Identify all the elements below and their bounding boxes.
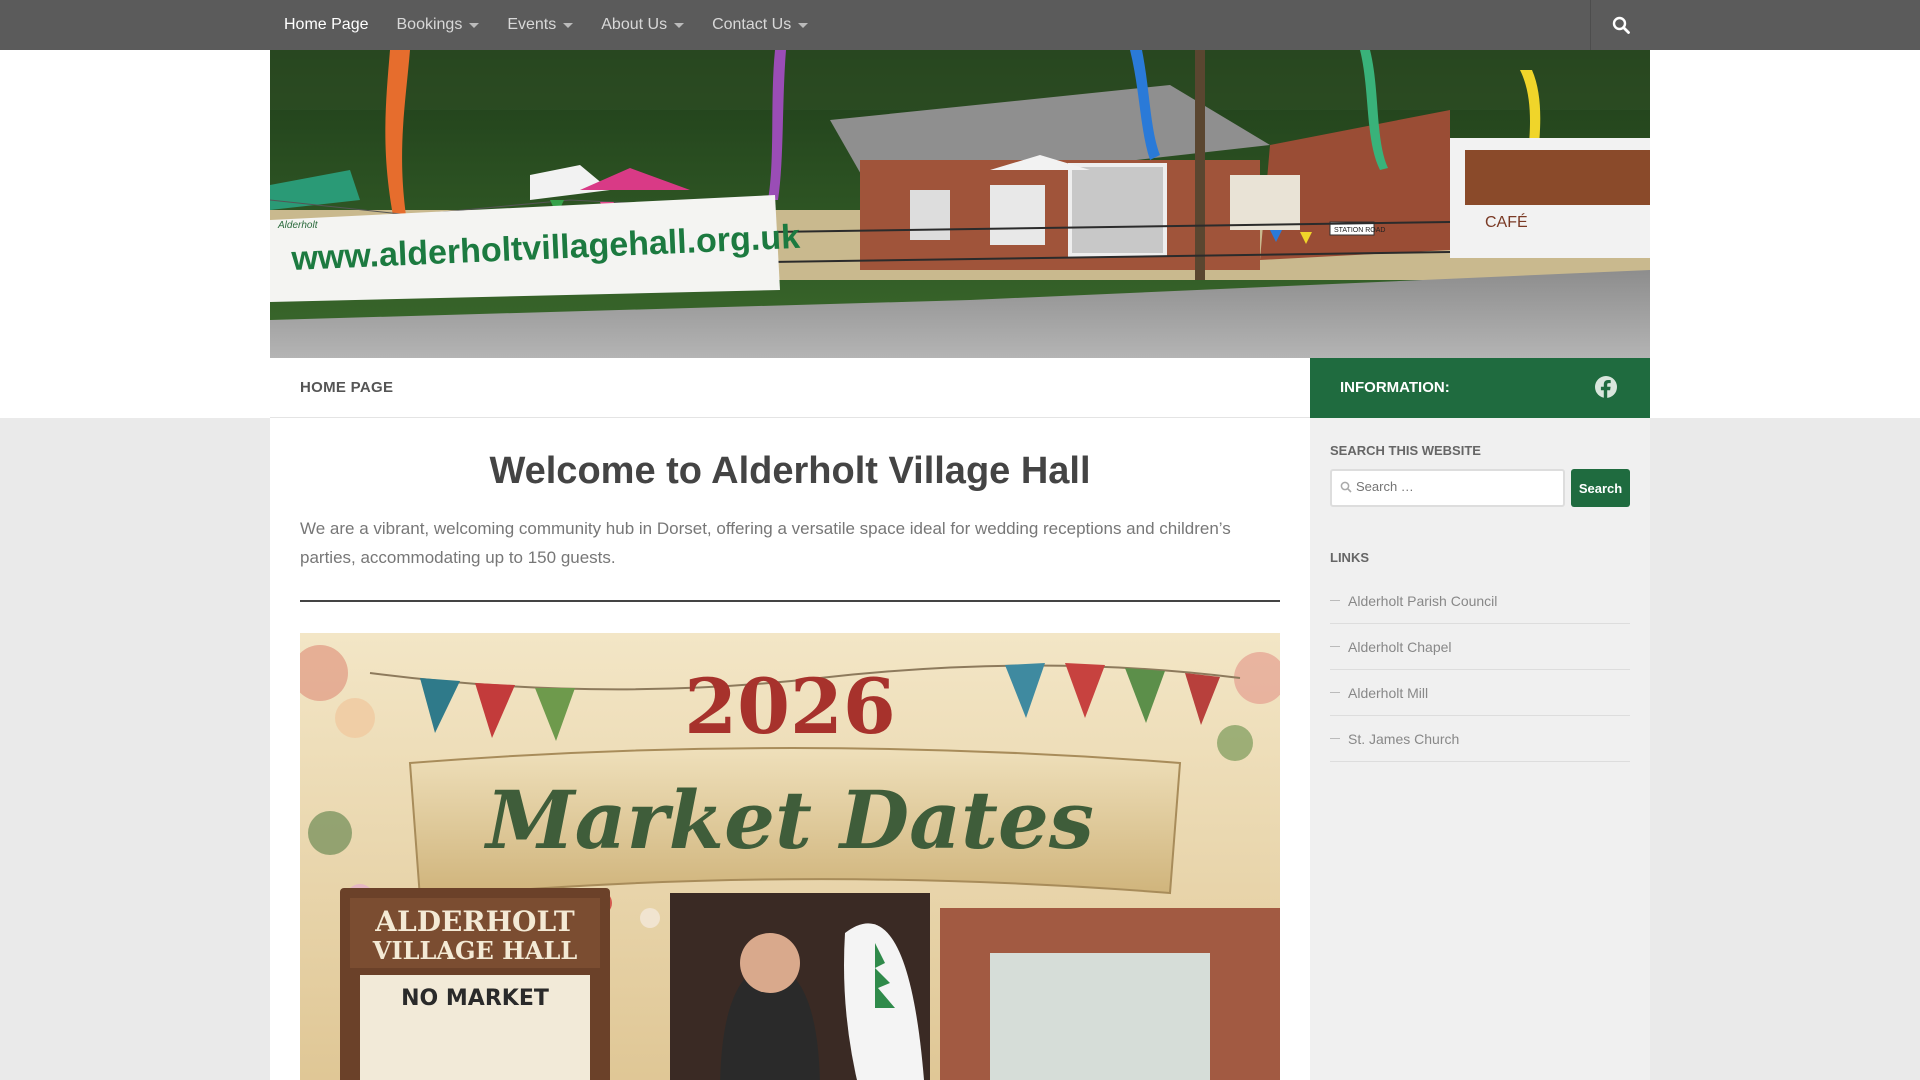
sidebar: Search this website Search Links Alderho… bbox=[1310, 418, 1650, 1080]
dash-icon bbox=[1330, 692, 1340, 693]
banner-small-text: Alderholt bbox=[277, 220, 319, 231]
nav-label: Events bbox=[507, 16, 557, 33]
link-alderholt-chapel[interactable]: Alderholt Chapel bbox=[1330, 624, 1630, 670]
intro-paragraph: We are a vibrant, welcoming community hu… bbox=[300, 519, 1231, 567]
poster-sign-line1: ALDERHOLT bbox=[374, 905, 575, 938]
chevron-down-icon bbox=[469, 22, 480, 28]
nav-item-events[interactable]: Events bbox=[507, 16, 574, 34]
search-toggle-button[interactable] bbox=[1590, 0, 1650, 50]
links-widget-title: Links bbox=[1330, 550, 1369, 565]
search-icon bbox=[1340, 481, 1352, 493]
top-navigation-bar: Home Page Bookings Events About Us Conta… bbox=[0, 0, 1920, 50]
main-content: Welcome to Alderholt Village Hall We are… bbox=[270, 418, 1310, 1080]
search-icon bbox=[1612, 16, 1630, 34]
poster-image: 2026 Market Dates ALDERHOLT VILLAGE HALL… bbox=[300, 633, 1280, 1080]
poster-sign-line3: NO MARKET bbox=[401, 986, 549, 1011]
search-button[interactable]: Search bbox=[1571, 469, 1630, 507]
header-image: CAFÉ STATION ROAD Alderholt www.alderhol… bbox=[270, 50, 1650, 358]
nav-label: Home Page bbox=[284, 16, 369, 33]
search-widget-title: Search this website bbox=[1330, 443, 1481, 458]
link-label: Alderholt Parish Council bbox=[1348, 592, 1498, 609]
nav-item-bookings[interactable]: Bookings bbox=[397, 16, 480, 34]
poster-sign-line2: VILLAGE HALL bbox=[372, 936, 578, 965]
search-field[interactable] bbox=[1330, 469, 1565, 507]
facebook-link[interactable] bbox=[1594, 375, 1618, 404]
page-subheader: HOME PAGE bbox=[270, 358, 1310, 418]
nav-item-home-page[interactable]: Home Page bbox=[284, 16, 369, 34]
search-input[interactable] bbox=[1356, 479, 1556, 494]
divider bbox=[300, 600, 1280, 602]
van-sign-text: CAFÉ bbox=[1485, 212, 1528, 231]
header-side-band-left bbox=[0, 50, 270, 418]
nav-label: Bookings bbox=[396, 16, 463, 33]
nav-item-about-us[interactable]: About Us bbox=[601, 16, 685, 34]
link-alderholt-parish-council[interactable]: Alderholt Parish Council bbox=[1330, 578, 1630, 624]
chevron-down-icon bbox=[798, 22, 809, 28]
information-title: INFORMATION: bbox=[1340, 379, 1450, 396]
chevron-down-icon bbox=[674, 22, 685, 28]
dash-icon bbox=[1330, 646, 1340, 647]
road-sign-text: STATION ROAD bbox=[1334, 227, 1385, 234]
link-label: St. James Church bbox=[1348, 730, 1460, 747]
nav-item-contact-us[interactable]: Contact Us bbox=[712, 16, 809, 34]
link-st-james-church[interactable]: St. James Church bbox=[1330, 716, 1630, 762]
main-menu: Home Page Bookings Events About Us Conta… bbox=[270, 0, 836, 50]
link-label: Alderholt Mill bbox=[1348, 684, 1429, 701]
facebook-icon bbox=[1595, 376, 1617, 399]
breadcrumb: HOME PAGE bbox=[300, 379, 394, 396]
header-side-band-right bbox=[1650, 50, 1920, 418]
poster-heading: Market Dates bbox=[483, 773, 1094, 867]
chevron-down-icon bbox=[563, 22, 574, 28]
information-bar: INFORMATION: bbox=[1310, 358, 1650, 418]
links-list: Alderholt Parish Council Alderholt Chape… bbox=[1330, 578, 1630, 762]
page-title: Welcome to Alderholt Village Hall bbox=[489, 450, 1091, 492]
nav-label: About Us bbox=[601, 16, 668, 33]
link-alderholt-mill[interactable]: Alderholt Mill bbox=[1330, 670, 1630, 716]
village-hall-photo: CAFÉ STATION ROAD Alderholt www.alderhol… bbox=[270, 50, 1650, 358]
dash-icon bbox=[1330, 600, 1340, 601]
poster-year: 2026 bbox=[684, 662, 896, 751]
market-dates-poster[interactable]: 2026 Market Dates ALDERHOLT VILLAGE HALL… bbox=[300, 633, 1280, 1080]
link-label: Alderholt Chapel bbox=[1348, 638, 1452, 655]
dash-icon bbox=[1330, 738, 1340, 739]
nav-label: Contact Us bbox=[712, 16, 792, 33]
